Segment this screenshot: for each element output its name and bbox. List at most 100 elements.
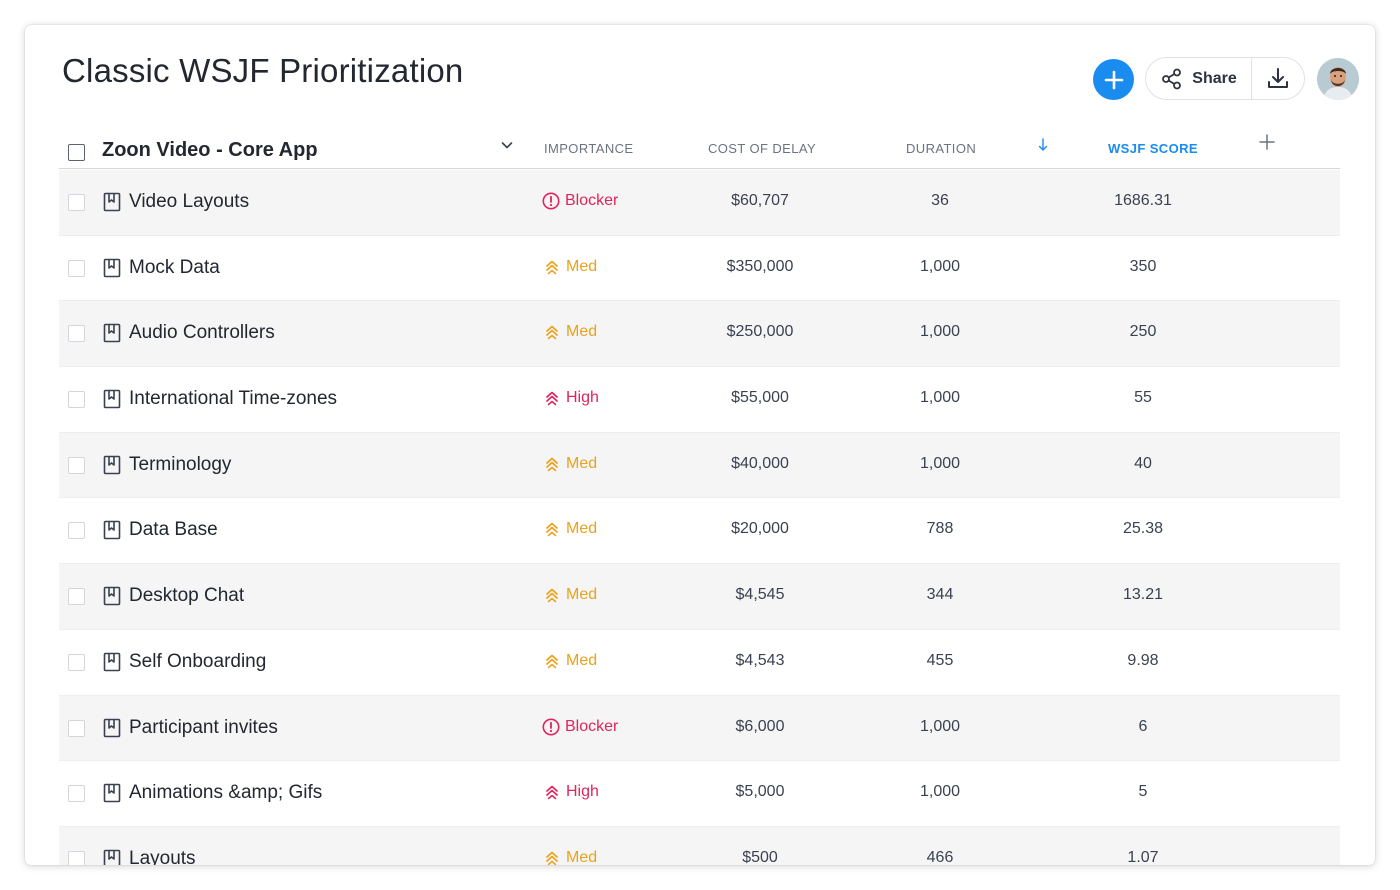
story-icon [103,652,121,677]
wsjf-score-value: 6 [1138,717,1148,735]
wsjf-score-value: 1.07 [1127,848,1159,865]
cost-of-delay-value: $6,000 [735,717,785,735]
avatar-photo [1317,58,1359,100]
table-header: Zoon Video - Core App IMPORTANCE COST OF… [59,125,1340,169]
importance-badge[interactable]: Med [543,520,597,538]
group-name: Zoon Video - Core App [102,139,318,161]
table-row[interactable]: Desktop Chat Med $4,545 344 13.21 [59,564,1340,630]
select-all-checkbox[interactable] [68,144,85,161]
group-collapse-toggle[interactable] [499,137,515,158]
table-row[interactable]: Audio Controllers Med $250,000 1,000 250 [59,301,1340,368]
duration-value: 1,000 [919,389,961,407]
item-name: Terminology [129,453,232,475]
row-checkbox[interactable] [68,785,85,803]
share-label: Share [1192,69,1237,87]
item-name: Mock Data [129,256,220,278]
row-checkbox[interactable] [68,719,85,737]
item-name: Self Onboarding [129,650,267,672]
importance-badge[interactable]: Med [543,323,597,341]
row-checkbox[interactable] [68,588,85,606]
table-row[interactable]: Data Base Med $20,000 788 25.38 [59,498,1340,565]
table-row[interactable]: Video Layouts Blocker $60,707 36 1686.31 [59,170,1340,236]
importance-badge[interactable]: Med [543,849,597,865]
cost-of-delay-value: $55,000 [731,389,789,407]
wsjf-score-value: 55 [1134,389,1152,407]
story-icon [103,323,121,348]
importance-badge[interactable]: Med [543,586,597,604]
board-card: Classic WSJF Prioritization Share Zoon V… [25,25,1375,865]
duration-value: 344 [926,586,954,604]
story-icon [103,455,121,480]
table-row[interactable]: Animations &amp; Gifs High $5,000 1,000 … [59,761,1340,827]
importance-label: Med [566,257,598,275]
wsjf-score-value: 5 [1138,783,1148,801]
importance-badge[interactable]: High [543,783,599,801]
page-title: Classic WSJF Prioritization [62,52,464,89]
column-header-cost-of-delay[interactable]: COST OF DELAY [708,141,816,156]
importance-badge[interactable]: High [543,389,599,407]
table-row[interactable]: Layouts Med $500 466 1.07 [59,826,1340,865]
item-name: Layouts [129,847,196,865]
wsjf-score-value: 25.38 [1122,520,1164,538]
importance-label: Blocker [565,192,619,209]
user-avatar[interactable] [1317,58,1359,100]
duration-value: 1,000 [919,323,961,341]
importance-label: Blocker [565,717,619,735]
row-checkbox[interactable] [68,325,85,343]
item-name: Participant invites [129,716,278,738]
share-icon [1162,68,1182,89]
column-header-importance[interactable]: IMPORTANCE [544,141,633,156]
story-icon [103,718,121,743]
chevron-down-icon [501,142,513,149]
wsjf-score-value: 40 [1134,454,1152,472]
row-checkbox[interactable] [68,259,85,277]
table-row[interactable]: Terminology Med $40,000 1,000 40 [59,432,1340,499]
row-checkbox[interactable] [68,391,85,409]
table-row[interactable]: Self Onboarding Med $4,543 455 9.98 [59,630,1340,696]
importance-badge[interactable]: Blocker [542,192,618,210]
download-button[interactable] [1252,58,1304,99]
wsjf-score-value: 350 [1129,257,1157,275]
importance-label: High [566,783,599,801]
cost-of-delay-value: $250,000 [726,323,794,341]
importance-label: Med [566,848,598,865]
table-row[interactable]: International Time-zones High $55,000 1,… [59,367,1340,433]
priority-med-icon [543,586,561,604]
table-row[interactable]: Mock Data Med $350,000 1,000 350 [59,236,1340,302]
cost-of-delay-value: $350,000 [726,257,794,275]
story-icon [103,783,121,808]
row-checkbox[interactable] [68,522,85,540]
table-row[interactable]: Participant invites Blocker $6,000 1,000… [59,695,1340,762]
importance-badge[interactable]: Med [543,455,597,473]
cost-of-delay-value: $4,545 [735,586,785,604]
column-header-wsjf-score[interactable]: WSJF SCORE [1108,141,1198,156]
wsjf-score-value: 9.98 [1127,651,1159,669]
priority-med-icon [543,258,561,276]
story-icon [103,258,121,283]
story-icon [103,520,121,545]
sort-direction-toggle[interactable] [1037,137,1049,158]
row-checkbox[interactable] [68,456,85,474]
row-checkbox[interactable] [68,653,85,671]
item-name: Animations &amp; Gifs [129,782,323,804]
cost-of-delay-value: $5,000 [735,783,785,801]
importance-badge[interactable]: Med [543,652,597,670]
row-checkbox[interactable] [68,850,85,865]
priority-med-icon [543,849,561,865]
plus-icon [1259,134,1275,150]
duration-value: 1,000 [919,257,961,275]
cost-of-delay-value: $4,543 [735,651,785,669]
importance-badge[interactable]: Med [543,258,597,276]
add-item-button[interactable] [1093,59,1134,100]
row-checkbox[interactable] [68,194,85,211]
share-button[interactable]: Share [1146,58,1252,99]
add-column-button[interactable] [1258,133,1276,156]
duration-value: 455 [926,651,954,669]
column-header-duration[interactable]: DURATION [906,141,976,156]
duration-value: 1,000 [919,454,961,472]
arrow-down-icon [1038,138,1048,151]
importance-label: Med [566,651,598,669]
cost-of-delay-value: $40,000 [731,454,789,472]
importance-badge[interactable]: Blocker [542,718,618,736]
priority-med-icon [543,520,561,538]
